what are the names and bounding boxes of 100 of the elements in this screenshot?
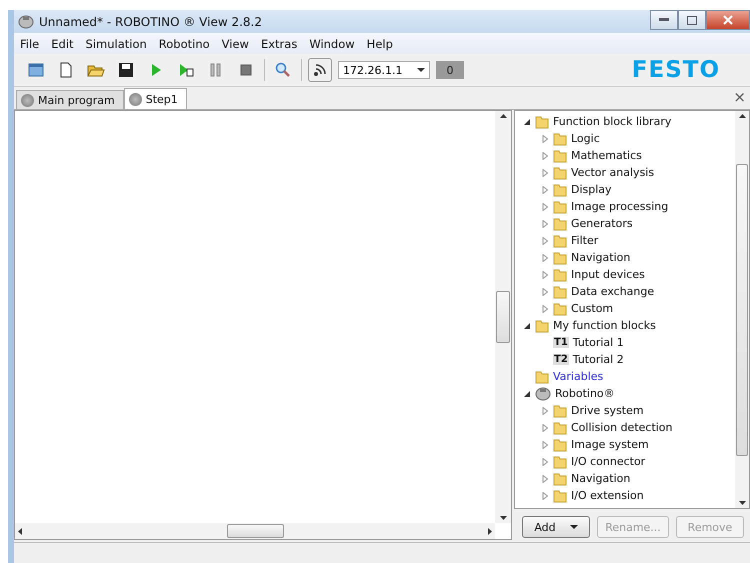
tree-item[interactable]: I/O extension <box>571 489 644 502</box>
tree-item[interactable]: Robotino® <box>555 387 615 400</box>
close-button[interactable] <box>706 10 750 30</box>
folder-icon <box>553 234 567 248</box>
menu-item[interactable]: File <box>14 36 46 50</box>
tree-item[interactable]: Collision detection <box>571 421 673 434</box>
collapsed-arrow-icon[interactable] <box>541 424 549 432</box>
menu-item[interactable]: Extras <box>254 36 304 50</box>
folder-icon <box>553 472 567 486</box>
collapsed-arrow-icon[interactable] <box>541 406 549 414</box>
counter-display: 0 <box>436 61 464 79</box>
collapsed-arrow-icon[interactable] <box>541 458 549 466</box>
action-button[interactable]: Add <box>522 516 590 538</box>
robot-icon <box>535 386 551 400</box>
tree-item[interactable]: Mathematics <box>571 149 642 162</box>
tree-item[interactable]: Data exchange <box>571 285 654 298</box>
tree-item[interactable]: Custom <box>571 302 614 315</box>
tree-item[interactable]: Display <box>571 183 612 196</box>
scroll-down-icon[interactable] <box>738 501 746 505</box>
scroll-thumb[interactable] <box>496 291 510 343</box>
tree-item[interactable]: Function block library <box>553 115 672 128</box>
tree-item[interactable]: My function blocks <box>553 319 656 332</box>
expanded-arrow-icon[interactable] <box>523 322 531 330</box>
folder-icon <box>553 250 567 264</box>
scroll-up-icon[interactable] <box>738 114 746 118</box>
collapsed-arrow-icon[interactable] <box>541 288 549 296</box>
maximize-button[interactable] <box>678 10 706 30</box>
status-dot-icon <box>128 92 142 106</box>
folder-icon <box>553 216 567 230</box>
folder-icon <box>553 420 567 434</box>
collapsed-arrow-icon[interactable] <box>541 236 549 244</box>
tree-item[interactable]: Image processing <box>571 200 668 213</box>
window-title: Unnamed* - ROBOTINO ® View 2.8.2 <box>39 14 263 28</box>
minimize-button[interactable] <box>650 10 678 30</box>
collapsed-arrow-icon[interactable] <box>541 186 549 194</box>
logo: FESTO <box>632 57 720 83</box>
scroll-thumb[interactable] <box>226 524 284 538</box>
tree-item[interactable]: Filter <box>571 234 598 247</box>
folder-icon <box>553 200 567 214</box>
collapsed-arrow-icon[interactable] <box>541 492 549 500</box>
tab[interactable]: Step1 <box>124 88 187 109</box>
tree-item[interactable]: Image system <box>571 438 649 451</box>
scroll-up-icon[interactable] <box>500 114 506 118</box>
close-tab-button[interactable]: × <box>733 88 746 106</box>
collapsed-arrow-icon[interactable] <box>541 134 549 142</box>
folder-icon <box>553 182 567 196</box>
tree-item[interactable]: Variables <box>553 370 604 383</box>
menu-item[interactable]: Simulation <box>80 36 153 50</box>
folder-icon <box>553 302 567 316</box>
collapsed-arrow-icon[interactable] <box>541 474 549 482</box>
scroll-right-icon[interactable] <box>488 528 492 534</box>
scroll-left-icon[interactable] <box>18 528 22 534</box>
menu-item[interactable]: Robotino <box>152 36 216 50</box>
tab[interactable]: Main program <box>16 90 124 109</box>
tree-scrollbar[interactable] <box>735 111 749 508</box>
collapsed-arrow-icon[interactable] <box>541 220 549 228</box>
menu-item[interactable]: View <box>216 36 255 50</box>
menu-item[interactable]: Edit <box>45 36 80 50</box>
vertical-scrollbar[interactable] <box>495 111 511 523</box>
collapsed-arrow-icon[interactable] <box>541 440 549 448</box>
status-dot-icon <box>21 94 34 106</box>
folder-icon <box>535 370 549 384</box>
collapsed-arrow-icon[interactable] <box>541 152 549 160</box>
folder-icon <box>553 148 567 162</box>
tree-item[interactable]: Generators <box>571 217 633 230</box>
tree-item[interactable]: Input devices <box>571 268 645 281</box>
folder-icon <box>535 114 549 128</box>
tree-item[interactable]: Drive system <box>571 404 644 417</box>
tree-item[interactable]: Logic <box>571 132 600 145</box>
scroll-down-icon[interactable] <box>500 516 506 520</box>
collapsed-arrow-icon[interactable] <box>541 270 549 278</box>
collapsed-arrow-icon[interactable] <box>541 202 549 210</box>
folder-icon <box>553 268 567 282</box>
scroll-thumb[interactable] <box>736 164 748 456</box>
block-badge: T2 <box>553 354 569 365</box>
expanded-arrow-icon[interactable] <box>523 390 531 398</box>
tree-item[interactable]: Vector analysis <box>571 166 654 179</box>
close-icon <box>723 15 733 25</box>
address-field[interactable]: 172.26.1.1 <box>338 61 430 79</box>
maximize-icon <box>687 16 697 24</box>
folder-icon <box>553 284 567 298</box>
folder-icon <box>553 166 567 180</box>
robot-icon <box>18 14 34 28</box>
tree-item[interactable]: Navigation <box>571 251 630 264</box>
tree-item[interactable]: Navigation <box>571 472 630 485</box>
tree-item[interactable]: Tutorial 1 <box>572 336 624 349</box>
folder-icon <box>553 132 567 146</box>
connect-button[interactable] <box>308 58 332 82</box>
horizontal-scrollbar[interactable] <box>15 523 495 539</box>
tree-item[interactable]: Tutorial 2 <box>572 353 624 366</box>
expanded-arrow-icon[interactable] <box>523 118 531 126</box>
dropdown-caret-icon[interactable] <box>417 68 425 72</box>
collapsed-arrow-icon[interactable] <box>541 304 549 312</box>
block-badge: T1 <box>553 337 569 348</box>
collapsed-arrow-icon[interactable] <box>541 168 549 176</box>
minimize-icon <box>659 18 669 22</box>
menu-item[interactable]: Window <box>303 36 361 50</box>
menu-item[interactable]: Help <box>360 36 399 50</box>
collapsed-arrow-icon[interactable] <box>541 254 549 262</box>
tree-item[interactable]: I/O connector <box>571 455 646 468</box>
